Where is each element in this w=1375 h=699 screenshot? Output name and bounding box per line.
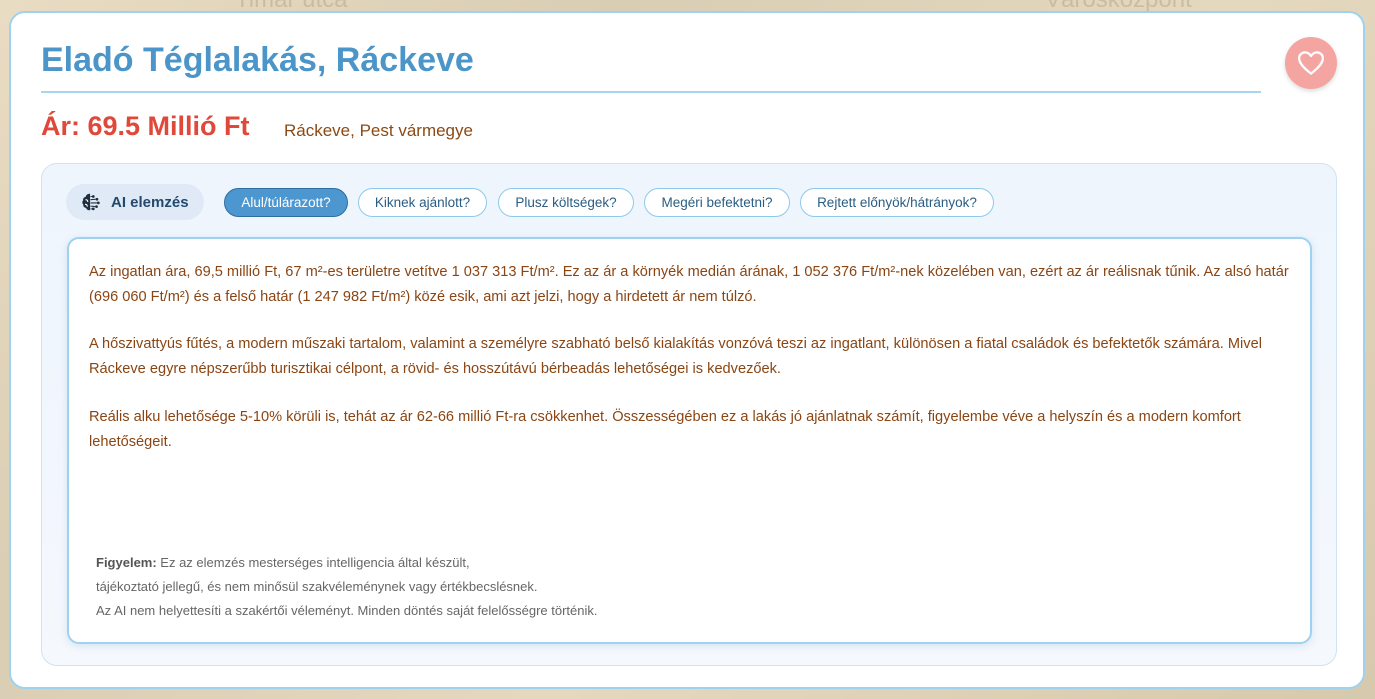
- disclaimer-text: tájékoztató jellegű, és nem minősül szak…: [96, 579, 538, 594]
- analysis-content: Az ingatlan ára, 69,5 millió Ft, 67 m²-e…: [67, 237, 1312, 644]
- disclaimer-text: Az AI nem helyettesíti a szakértői vélem…: [96, 603, 598, 618]
- title-divider: [41, 91, 1261, 93]
- analysis-paragraph: A hőszivattyús fűtés, a modern műszaki t…: [89, 336, 1262, 377]
- tab-extra-costs[interactable]: Plusz költségek?: [498, 188, 634, 217]
- tab-hidden-pros-cons[interactable]: Rejtett előnyök/hátrányok?: [800, 188, 994, 217]
- tab-overpriced[interactable]: Alul/túlárazott?: [224, 188, 348, 217]
- ai-disclaimer: Figyelem: Ez az elemzés mesterséges inte…: [96, 551, 896, 623]
- brain-icon: [80, 191, 102, 213]
- ai-analysis-title: AI elemzés: [111, 193, 189, 211]
- heart-icon: [1296, 48, 1326, 78]
- location: Ráckeve, Pest vármegye: [284, 121, 473, 140]
- favorite-button[interactable]: [1285, 37, 1337, 89]
- listing-title: Eladó Téglalakás, Ráckeve: [41, 41, 474, 79]
- ai-analysis-panel: AI elemzés Alul/túlárazott? Kiknek ajánl…: [41, 163, 1337, 666]
- disclaimer-text: Ez az elemzés mesterséges intelligencia …: [156, 555, 470, 570]
- analysis-paragraph: Reális alku lehetősége 5-10% körüli is, …: [89, 409, 1241, 450]
- analysis-paragraph: Az ingatlan ára, 69,5 millió Ft, 67 m²-e…: [89, 264, 1289, 305]
- price: Ár: 69.5 Millió Ft: [41, 111, 250, 141]
- tab-worth-investing[interactable]: Megéri befektetni?: [644, 188, 790, 217]
- tab-recommended-for[interactable]: Kiknek ajánlott?: [358, 188, 487, 217]
- listing-card: Eladó Téglalakás, Ráckeve Ár: 69.5 Milli…: [9, 11, 1365, 689]
- disclaimer-label: Figyelem:: [96, 555, 157, 570]
- ai-analysis-label: AI elemzés: [66, 184, 204, 220]
